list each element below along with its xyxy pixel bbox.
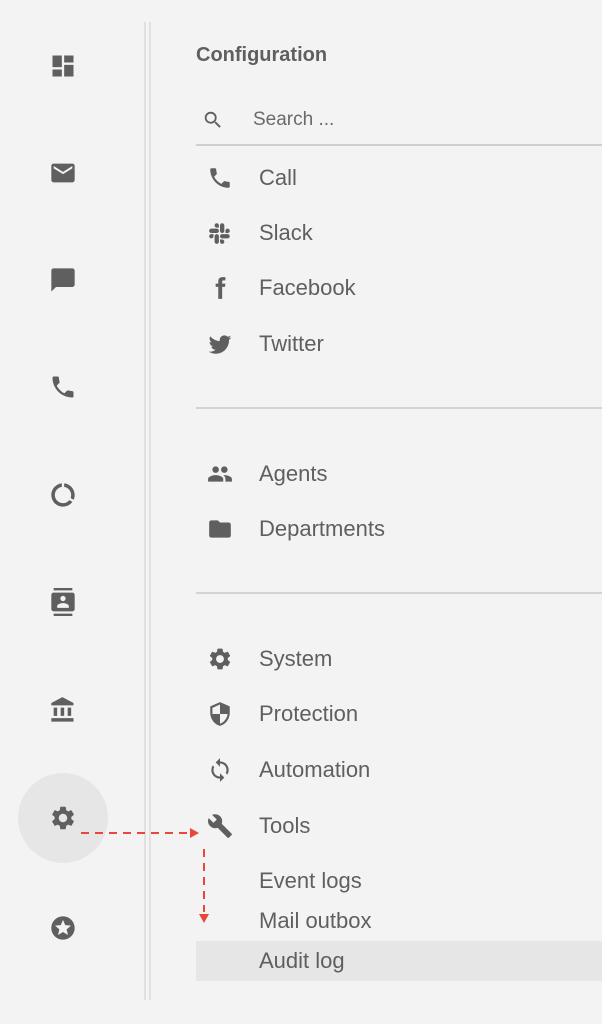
rail-dashboard[interactable] — [18, 21, 108, 111]
sub-item-label: Event logs — [259, 868, 362, 893]
list-item-automation[interactable]: Automation — [196, 747, 602, 793]
list-item-label: Twitter — [259, 331, 324, 356]
list-item-label: Departments — [259, 516, 385, 541]
phone-icon — [206, 164, 234, 192]
list-item-label: Call — [259, 165, 297, 190]
configuration-panel: Configuration Call Slack Facebook Twitte… — [196, 0, 602, 1024]
rail-divider-line — [149, 22, 151, 1000]
list-item-system[interactable]: System — [196, 636, 602, 682]
gear-icon — [52, 806, 74, 830]
list-item-label: Automation — [259, 757, 371, 782]
list-item-label: Agents — [259, 461, 328, 486]
rail-settings[interactable] — [18, 773, 108, 863]
contact-card-icon — [51, 588, 75, 616]
rail-chat[interactable] — [18, 235, 108, 325]
slack-icon — [206, 219, 234, 247]
list-item-facebook[interactable]: Facebook — [196, 265, 602, 311]
list-item-tools[interactable]: Tools — [196, 803, 602, 849]
list-item-agents[interactable]: Agents — [196, 451, 602, 497]
chat-icon — [51, 268, 75, 292]
dashboard-icon — [52, 55, 74, 77]
rail-organizations[interactable] — [18, 665, 108, 755]
sync-icon — [206, 756, 234, 784]
list-item-protection[interactable]: Protection — [196, 691, 602, 737]
search-bar — [196, 96, 602, 146]
list-item-label: System — [259, 646, 333, 671]
sub-item-audit-log[interactable]: Audit log — [196, 941, 602, 981]
list-item-label: Tools — [259, 813, 311, 838]
list-item-label: Facebook — [259, 275, 356, 300]
shield-icon — [206, 700, 234, 728]
donut-chart-icon — [51, 483, 75, 507]
section-divider — [196, 592, 602, 594]
section-divider — [196, 407, 602, 409]
star-circle-icon — [51, 916, 75, 940]
list-item-twitter[interactable]: Twitter — [196, 321, 602, 367]
panel-title: Configuration — [196, 44, 328, 66]
twitter-icon — [206, 330, 234, 358]
icon-rail — [0, 0, 124, 1024]
mail-icon — [51, 163, 75, 183]
rail-divider-line — [144, 22, 146, 1000]
gear-icon — [206, 645, 234, 673]
rail-contacts[interactable] — [18, 557, 108, 647]
facebook-icon — [206, 274, 234, 302]
rail-reports[interactable] — [18, 450, 108, 540]
phone-icon — [52, 376, 74, 398]
list-item-departments[interactable]: Departments — [196, 506, 602, 552]
list-item-slack[interactable]: Slack — [196, 210, 602, 256]
sub-item-event-logs[interactable]: Event logs — [196, 861, 602, 901]
people-icon — [206, 460, 234, 488]
list-item-call[interactable]: Call — [196, 155, 602, 201]
rail-mail[interactable] — [18, 128, 108, 218]
wrench-icon — [206, 812, 234, 840]
sub-item-label: Mail outbox — [259, 908, 372, 933]
rail-phone[interactable] — [18, 342, 108, 432]
list-item-label: Protection — [259, 701, 359, 726]
search-icon — [204, 111, 221, 128]
bank-icon — [51, 697, 74, 722]
config-list[interactable]: Call Slack Facebook Twitter Agents Depar… — [196, 146, 602, 1024]
sub-item-label: Audit log — [259, 948, 345, 973]
search-input[interactable] — [251, 108, 555, 132]
folder-icon — [206, 515, 234, 543]
sub-item-mail-outbox[interactable]: Mail outbox — [196, 901, 602, 941]
list-item-label: Slack — [259, 220, 313, 245]
rail-favorites[interactable] — [18, 883, 108, 973]
